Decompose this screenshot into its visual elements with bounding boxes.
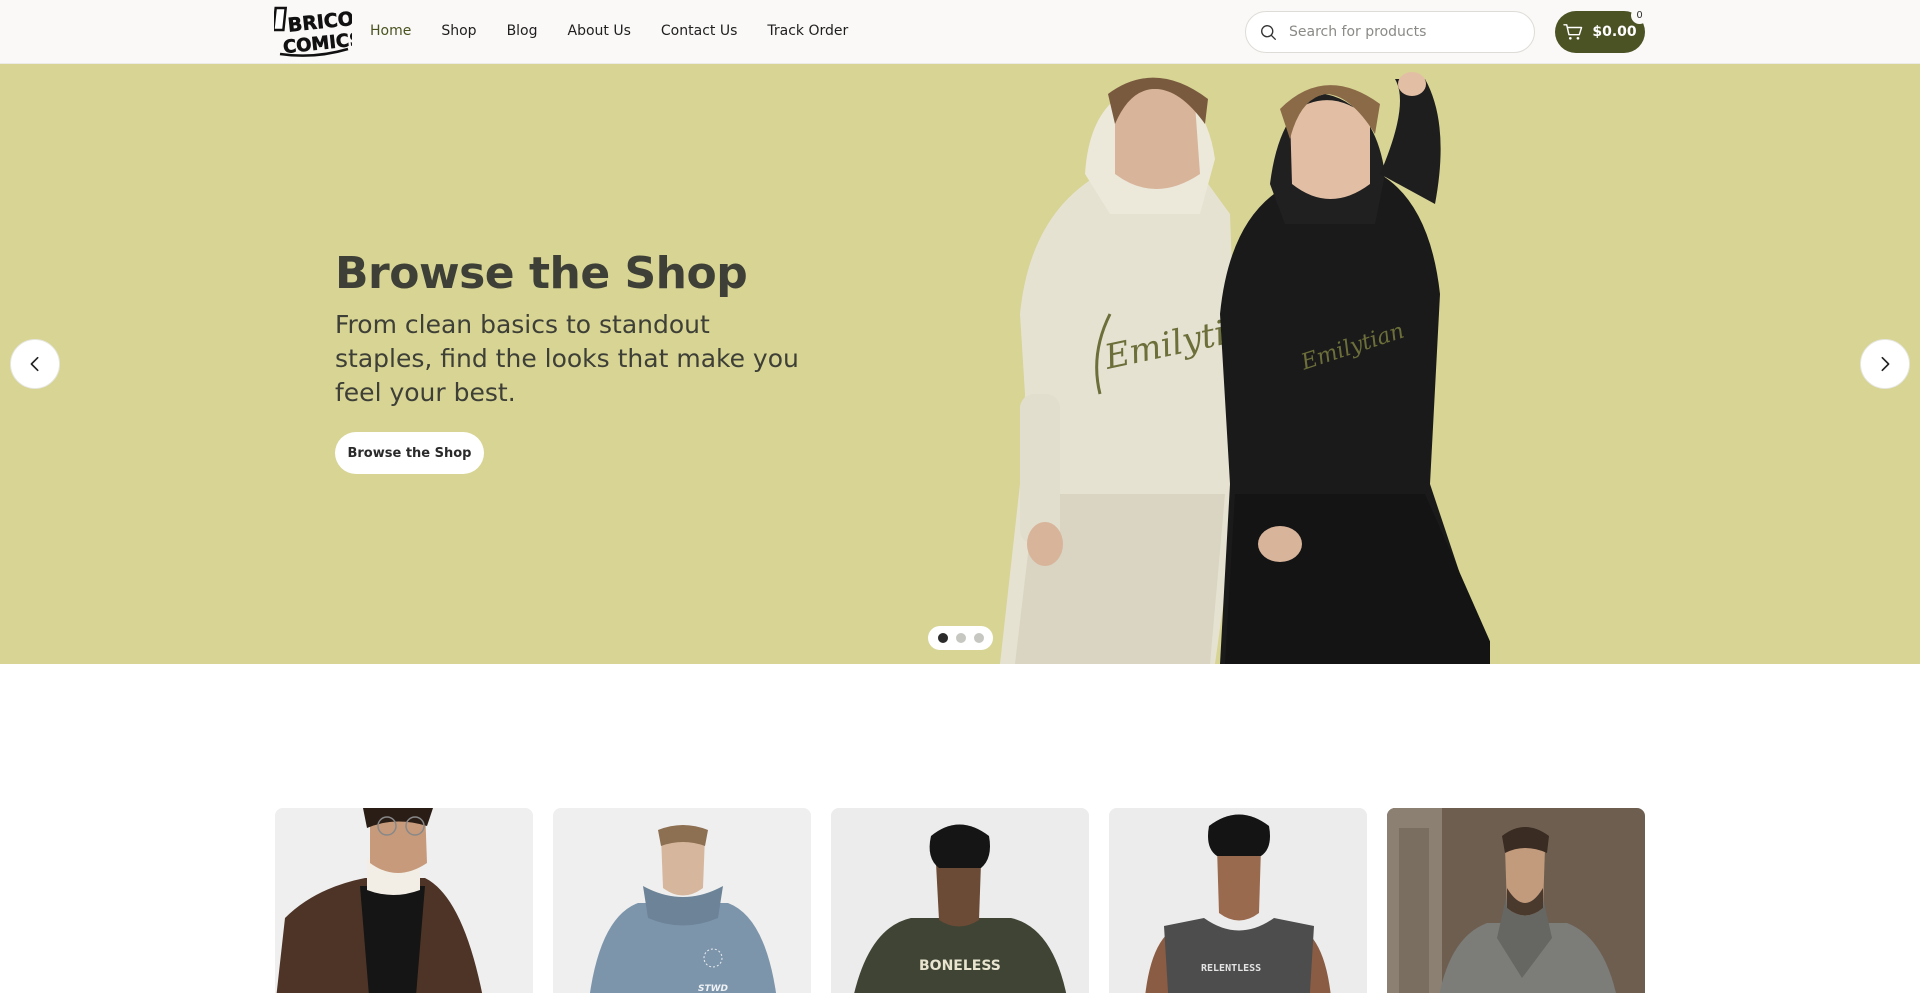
search-box[interactable] (1245, 11, 1535, 53)
product-print-relentless: RELENTLESS (1201, 963, 1261, 974)
product-card-grey-knit[interactable] (1387, 808, 1645, 993)
cart-button[interactable]: $0.00 0 (1555, 7, 1648, 53)
hero-slider: Browse the Shop From clean basics to sta… (0, 64, 1920, 664)
main-nav: Home Shop Blog About Us Contact Us Track… (370, 0, 848, 62)
product-card-relentless-tank[interactable]: RELENTLESS (1109, 808, 1367, 993)
nav-home[interactable]: Home (370, 23, 411, 39)
chevron-right-icon (1881, 356, 1890, 372)
slider-prev-button[interactable] (10, 339, 60, 389)
search-input[interactable] (1289, 24, 1509, 40)
chevron-left-icon (30, 356, 39, 372)
slider-next-button[interactable] (1860, 339, 1910, 389)
product-image-blue-hoodie: STWD (553, 808, 811, 993)
search-icon[interactable] (1260, 24, 1277, 41)
product-image-relentless-tank: RELENTLESS (1109, 808, 1367, 993)
product-print-stwd: STWD (698, 984, 729, 993)
product-card-brown-jacket[interactable] (275, 808, 533, 993)
browse-shop-button[interactable]: Browse the Shop (335, 432, 484, 474)
slider-dot-2[interactable] (955, 633, 966, 643)
brico-comics-logo[interactable]: BRICO COMICS (274, 5, 352, 59)
product-card-boneless-tee[interactable]: BONELESS (831, 808, 1089, 993)
product-image-brown-jacket (275, 808, 533, 993)
product-grid: STWD BONELESS RELENTLESS (275, 808, 1645, 993)
nav-contact-us[interactable]: Contact Us (661, 23, 737, 39)
slider-pagination (928, 626, 993, 650)
product-print-boneless: BONELESS (919, 958, 1001, 974)
cart-count-badge: 0 (1631, 7, 1648, 24)
nav-shop[interactable]: Shop (441, 23, 476, 39)
slider-dot-1[interactable] (937, 633, 948, 643)
hero-models-image: Emilytian Emilytian (1000, 72, 1510, 664)
product-image-grey-knit (1387, 808, 1645, 993)
product-card-blue-hoodie[interactable]: STWD (553, 808, 811, 993)
nav-about-us[interactable]: About Us (568, 23, 631, 39)
cart-total: $0.00 (1592, 24, 1637, 40)
hero-subtitle: From clean basics to standout staples, f… (335, 310, 799, 407)
nav-track-order[interactable]: Track Order (767, 23, 848, 39)
slider-dot-3[interactable] (973, 633, 984, 643)
product-image-boneless-tee: BONELESS (831, 808, 1089, 993)
site-header: BRICO COMICS Home Shop Blog About Us Con… (0, 0, 1920, 64)
nav-blog[interactable]: Blog (507, 23, 538, 39)
hero-title: Browse the Shop (335, 248, 748, 299)
cart-icon (1563, 24, 1583, 40)
